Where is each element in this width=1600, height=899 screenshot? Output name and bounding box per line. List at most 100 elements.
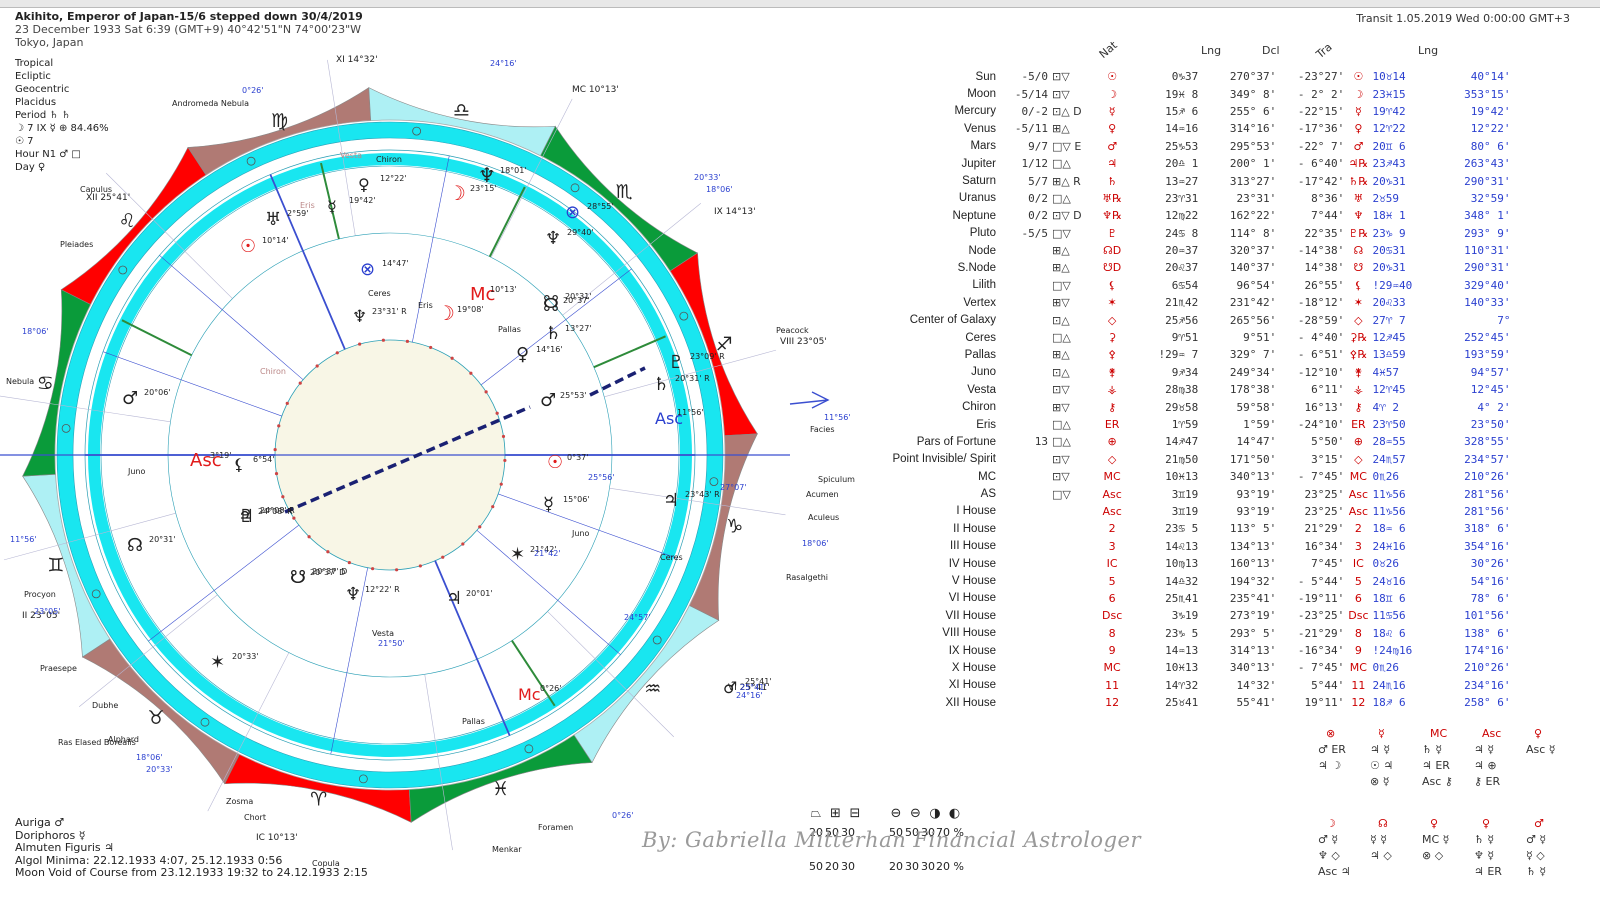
row-natal-glyph: 9	[1108, 644, 1116, 658]
row-natal-longitude: 231°42'	[1229, 296, 1277, 310]
element-val: 20	[889, 860, 903, 873]
fixed-star-label: Pleiades	[60, 240, 93, 249]
row-natal-glyph: 2	[1108, 522, 1116, 536]
row-natal-longitude: 96°54'	[1236, 278, 1277, 292]
asp-grid-cell: Asc ♃	[1318, 865, 1351, 878]
natal-planet-degree: 25°53'	[560, 391, 587, 400]
natal-planet-glyph: ♄	[545, 323, 561, 344]
degree-mark: 18°06'	[706, 185, 733, 194]
row-transit-glyph: ☉	[1353, 70, 1364, 84]
row-dignity	[998, 503, 1050, 520]
planet-row: Saturn 5/7 ⊞△ R ♄ 13♒27 313°27' -17°42' ♄℞ 20♑31…	[870, 172, 1513, 189]
row-transit-glyph: 8	[1354, 626, 1362, 640]
row-transit-glyph: 6	[1354, 591, 1362, 605]
row-transit-glyph: ⚷	[1354, 400, 1363, 414]
row-transit-position: 20♌33	[1372, 296, 1406, 310]
row-dignity	[998, 294, 1050, 311]
transit-planet-degree: 20°31'	[565, 292, 592, 301]
sign-glyph: ♒	[644, 678, 661, 700]
row-transit-longitude: 54°16'	[1470, 574, 1511, 588]
degree-mark: 24°16'	[736, 691, 763, 700]
row-declination: 8°36'	[1311, 191, 1345, 205]
fixed-star-label: Juno	[571, 529, 590, 538]
row-declination: -23°25'	[1297, 609, 1345, 623]
row-natal-longitude: 235°41'	[1229, 591, 1277, 605]
center-tick-dot	[347, 560, 351, 565]
row-name: Venus	[964, 122, 996, 135]
natal-planet-degree: 0°37'	[567, 453, 588, 462]
row-aspect-icons: ⊡▽	[1052, 383, 1070, 397]
element-icon-3: ◑	[929, 806, 941, 821]
row-declination: 22°35'	[1304, 226, 1345, 240]
row-dignity	[998, 329, 1050, 346]
sign-glyph: ♎	[453, 99, 470, 121]
row-transit-position: 19♈42	[1372, 104, 1406, 118]
row-name: MC	[978, 470, 996, 483]
row-transit-longitude: 4° 2'	[1477, 400, 1511, 414]
row-transit-longitude: 40°14'	[1470, 70, 1511, 84]
row-dignity: -5/0	[1021, 70, 1049, 84]
row-transit-longitude: 234°16'	[1464, 678, 1511, 692]
row-dignity	[998, 659, 1050, 676]
transit-planet-degree: 20°06'	[144, 388, 171, 397]
row-natal-longitude: 171°50'	[1229, 452, 1277, 466]
row-natal-longitude: 293° 5'	[1229, 626, 1277, 640]
transit-planet-degree: 24°08' R	[260, 506, 295, 515]
asp-grid-cell: Asc ☿	[1526, 743, 1556, 756]
transit-planet-glyph: ☽	[448, 181, 466, 205]
row-transit-longitude: 281°56'	[1464, 487, 1511, 501]
row-declination: 7°45'	[1311, 557, 1345, 571]
row-dignity	[998, 625, 1050, 642]
row-natal-position: 1♈59	[1171, 418, 1199, 431]
row-transit-position: 20♊ 6	[1372, 139, 1406, 153]
row-natal-longitude: 14°32'	[1236, 678, 1277, 692]
row-name: Pluto	[969, 227, 996, 240]
asp-grid-head: ♂	[1534, 817, 1544, 830]
row-name: Juno	[971, 366, 996, 379]
natal-planet-degree: 19°08'	[457, 305, 484, 314]
row-natal-glyph: 8	[1108, 626, 1116, 640]
row-aspect-icons: □△	[1052, 418, 1071, 431]
row-transit-glyph: ♄℞	[1348, 174, 1369, 188]
row-transit-position: 23♓15	[1372, 87, 1406, 101]
row-natal-glyph: ☉	[1107, 70, 1118, 84]
row-transit-position: 20♑31	[1372, 174, 1406, 188]
row-dignity: 13	[1034, 435, 1048, 449]
fixed-star-label: Chiron	[260, 367, 286, 376]
row-transit-position: 13♎59	[1372, 348, 1406, 362]
row-natal-glyph: ♇	[1107, 226, 1118, 240]
row-aspect-icons	[1050, 659, 1100, 676]
row-natal-glyph: Dsc	[1102, 609, 1123, 623]
asp-grid-cell: MC ☿	[1422, 833, 1450, 846]
row-natal-longitude: 314°16'	[1229, 122, 1277, 136]
modes-pct-row2: 50 20 30	[808, 860, 856, 873]
row-transit-position: 24♏57	[1372, 452, 1406, 466]
row-name: Lilith	[972, 279, 996, 292]
natal-planet-glyph: ♆	[345, 584, 361, 605]
chart-wheel[interactable]: ♈♉♊♋♌♍ ♎♏♐♑♒♓Asc3°19'Mc10°13'♆ 23°31' R ☽ 19…	[0, 0, 870, 899]
asp-grid-cell: ♄ ☿	[1474, 833, 1495, 846]
row-natal-glyph: ⊕	[1107, 435, 1117, 449]
fixed-star-label: Pallas	[462, 717, 485, 726]
center-tick-dot	[501, 434, 506, 439]
row-natal-longitude: 194°32'	[1229, 574, 1277, 588]
row-transit-position: 0♏26	[1372, 470, 1400, 484]
asp-grid-cell: ♂ ER	[1318, 743, 1346, 756]
row-natal-position: 10♓13	[1165, 470, 1199, 484]
planet-row: Jupiter 1/12 □△ ♃ 20♎ 1 200° 1' - 6°40' ♃℞ 23♐43…	[870, 155, 1513, 172]
modes-icon-3: ⊟	[849, 806, 861, 821]
row-aspect-icons: ⊞△ R	[1052, 174, 1081, 188]
planet-row: Vesta ⊡▽ ⚶ 28♍38 178°38' 6°11' ⚶ 12♈45 12°45'	[870, 381, 1513, 398]
asp-grid-cell: ☿ ☿	[1370, 833, 1387, 846]
row-name: VII House	[945, 609, 997, 622]
row-natal-position: 6♋54	[1171, 278, 1199, 292]
center-tick-dot	[273, 447, 277, 452]
row-natal-longitude: 55°41'	[1236, 696, 1277, 710]
row-transit-glyph: MC	[1349, 470, 1367, 484]
fixed-star-label: Juno	[127, 467, 146, 476]
row-natal-position: 23♋ 5	[1165, 522, 1199, 536]
asp-grid-cell: ⚷ ER	[1474, 775, 1501, 788]
transit-planet-glyph: ♂	[122, 388, 138, 409]
center-tick-dot	[503, 458, 507, 463]
fixed-star-label: Foramen	[538, 823, 573, 832]
